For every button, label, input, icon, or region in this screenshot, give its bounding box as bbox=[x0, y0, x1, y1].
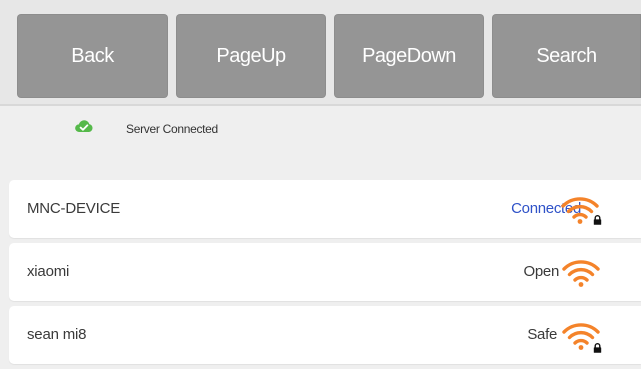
wifi-network-row[interactable]: MNC-DEVICE Connected bbox=[9, 180, 641, 238]
page-up-button[interactable]: PageUp bbox=[176, 14, 326, 98]
toolbar: Back PageUp PageDown Search bbox=[0, 0, 641, 104]
wifi-network-status: Open bbox=[523, 263, 560, 280]
server-status-text: Server Connected bbox=[126, 122, 218, 136]
cloud-check-icon bbox=[75, 120, 93, 133]
wifi-signal-icon bbox=[562, 260, 600, 287]
wifi-network-row[interactable]: xiaomi Open bbox=[9, 243, 641, 301]
lock-icon bbox=[593, 215, 602, 225]
back-button[interactable]: Back bbox=[17, 14, 168, 98]
wifi-network-list: MNC-DEVICE Connected xiaomi Open sean mi… bbox=[9, 180, 641, 369]
search-button[interactable]: Search bbox=[492, 14, 641, 98]
wifi-network-row[interactable]: sean mi8 Safe bbox=[9, 306, 641, 364]
wifi-network-name: sean mi8 bbox=[27, 326, 87, 343]
server-status: Server Connected bbox=[0, 106, 641, 156]
wifi-network-name: MNC-DEVICE bbox=[27, 200, 121, 217]
wifi-network-name: xiaomi bbox=[27, 263, 70, 280]
wifi-network-status: Safe bbox=[527, 326, 557, 343]
lock-icon bbox=[593, 343, 602, 353]
page-down-button[interactable]: PageDown bbox=[334, 14, 484, 98]
